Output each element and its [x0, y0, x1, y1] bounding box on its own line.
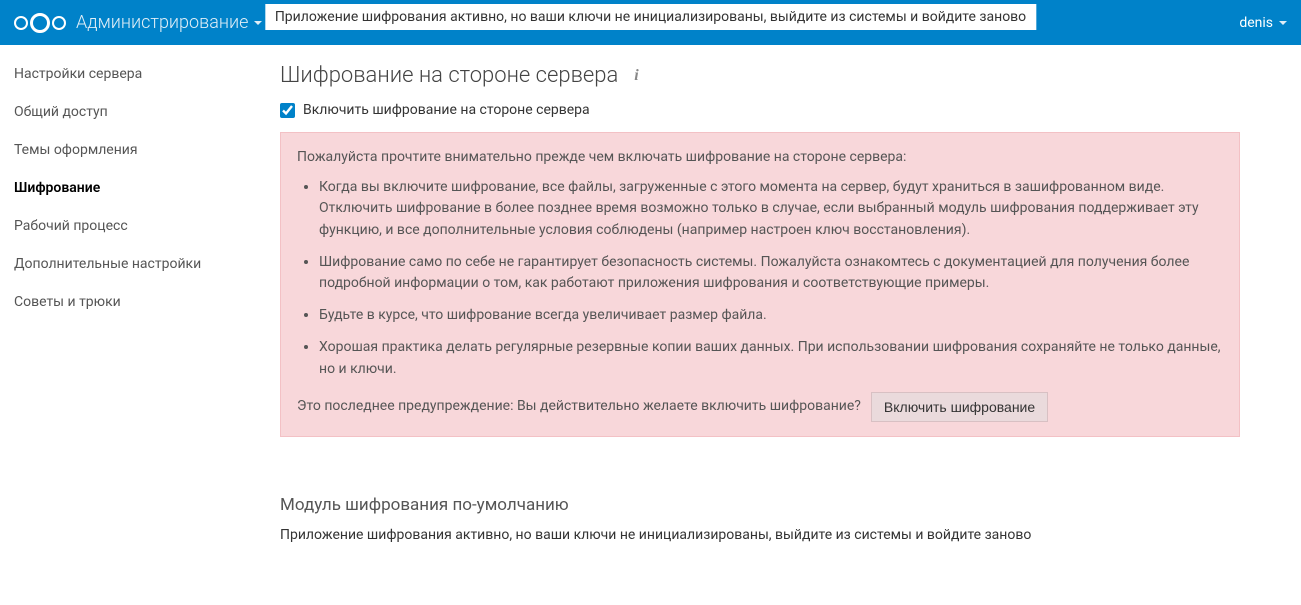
caret-down-icon — [254, 21, 262, 25]
warning-bullet: Когда вы включите шифрование, все файлы,… — [319, 177, 1223, 242]
logo-circle-icon — [14, 16, 28, 30]
sidebar-item-additional[interactable]: Дополнительные настройки — [0, 245, 250, 283]
sidebar-item-label: Советы и трюки — [14, 294, 121, 310]
default-module-message: Приложение шифрования активно, но ваши к… — [280, 527, 1240, 543]
enable-encryption-label: Включить шифрование на стороне сервера — [303, 102, 590, 118]
sidebar-item-label: Шифрование — [14, 180, 100, 196]
sidebar-item-sharing[interactable]: Общий доступ — [0, 93, 250, 131]
caret-down-icon — [1279, 21, 1287, 25]
sidebar-item-label: Общий доступ — [14, 104, 108, 120]
confirm-text: Это последнее предупреждение: Вы действи… — [297, 396, 861, 418]
warning-bullet: Хорошая практика делать регулярные резер… — [319, 337, 1223, 380]
sidebar-item-label: Настройки сервера — [14, 66, 142, 82]
sidebar-item-workflow[interactable]: Рабочий процесс — [0, 207, 250, 245]
admin-menu-label: Администрирование — [76, 12, 248, 33]
info-icon[interactable]: i — [634, 67, 638, 85]
enable-encryption-row[interactable]: Включить шифрование на стороне сервера — [280, 102, 1240, 118]
page-title: Шифрование на стороне сервера i — [280, 63, 1240, 88]
notification-text: Приложение шифрования активно, но ваши к… — [275, 9, 1026, 25]
app-header: Администрирование Приложение шифрования … — [0, 0, 1301, 45]
page-title-text: Шифрование на стороне сервера — [280, 63, 618, 88]
sidebar-item-tips[interactable]: Советы и трюки — [0, 283, 250, 321]
user-name: denis — [1239, 15, 1273, 31]
warning-bullet: Будьте в курсе, что шифрование всегда ув… — [319, 305, 1223, 327]
warning-bullet: Шифрование само по себе не гарантирует б… — [319, 252, 1223, 295]
sidebar-item-label: Темы оформления — [14, 142, 138, 158]
sidebar-item-label: Рабочий процесс — [14, 218, 128, 234]
warning-list: Когда вы включите шифрование, все файлы,… — [319, 177, 1223, 381]
warning-intro: Пожалуйста прочтите внимательно прежде ч… — [297, 147, 1223, 169]
logo-circle-icon — [52, 16, 66, 30]
enable-encryption-checkbox[interactable] — [280, 103, 295, 118]
sidebar-item-theming[interactable]: Темы оформления — [0, 131, 250, 169]
confirm-row: Это последнее предупреждение: Вы действи… — [297, 392, 1223, 422]
main-content: Шифрование на стороне сервера i Включить… — [250, 45, 1270, 573]
sidebar-item-encryption[interactable]: Шифрование — [0, 169, 250, 207]
enable-encryption-button[interactable]: Включить шифрование — [871, 392, 1048, 422]
settings-sidebar: Настройки сервера Общий доступ Темы офор… — [0, 45, 250, 573]
sidebar-item-server-settings[interactable]: Настройки сервера — [0, 55, 250, 93]
default-module-title: Модуль шифрования по-умолчанию — [280, 495, 1240, 515]
encryption-warning-box: Пожалуйста прочтите внимательно прежде ч… — [280, 132, 1240, 437]
sidebar-item-label: Дополнительные настройки — [14, 256, 201, 272]
logo-circle-icon — [30, 13, 50, 33]
user-menu[interactable]: denis — [1239, 15, 1287, 31]
notification-banner: Приложение шифрования активно, но ваши к… — [265, 4, 1036, 30]
app-logo — [14, 13, 66, 33]
enable-encryption-button-label: Включить шифрование — [884, 399, 1035, 415]
admin-menu[interactable]: Администрирование — [76, 12, 262, 33]
